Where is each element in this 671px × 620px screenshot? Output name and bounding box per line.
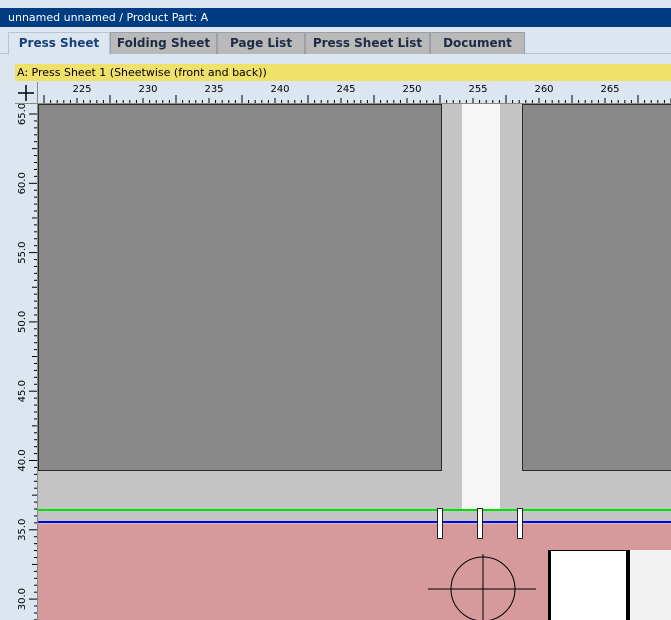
cut-mark[interactable] [437,508,443,539]
ruler-label: 230 [138,84,157,95]
tab-folding-sheet[interactable]: Folding Sheet [110,32,217,54]
ruler-label: 30.0 [17,588,28,610]
adjacent-page[interactable] [548,550,628,620]
tab-document[interactable]: Document [430,32,525,54]
ruler-label: 255 [468,84,487,95]
ruler-label: 45.0 [17,380,28,402]
horizontal-ruler[interactable]: 225 230 235 240 245 250 255 260 265 [38,82,671,104]
ruler-label: 35.0 [17,519,28,541]
ruler-label: 65.0 [17,104,28,125]
ruler-label: 60.0 [17,172,28,194]
tab-press-sheet-list[interactable]: Press Sheet List [305,32,430,54]
ruler-label: 250 [402,84,421,95]
ruler-label: 235 [204,84,223,95]
green-guide-line[interactable] [38,509,671,511]
blue-guide-line[interactable] [38,521,671,523]
tab-bar: Press Sheet Folding Sheet Page List Pres… [0,27,671,55]
cut-mark[interactable] [477,508,483,539]
page-divider [626,550,630,620]
tab-press-sheet[interactable]: Press Sheet [8,32,110,55]
ruler-label: 55.0 [17,241,28,263]
registration-mark-icon[interactable] [428,554,538,620]
press-sheet-canvas[interactable] [38,104,671,620]
ruler-label: 245 [336,84,355,95]
page-right[interactable] [522,104,671,471]
page-left[interactable] [38,104,442,471]
gutter-strip [462,104,500,509]
ruler-label: 225 [72,84,91,95]
horizontal-ruler-scale: 225 230 235 240 245 250 255 260 265 [43,84,671,103]
sheet-label: A: Press Sheet 1 (Sheetwise (front and b… [15,64,671,81]
ruler-corner[interactable] [15,82,38,104]
title-bar: unnamed unnamed / Product Part: A [0,8,671,27]
ruler-label: 260 [534,84,553,95]
ruler-label: 50.0 [17,311,28,333]
ruler-label: 240 [270,84,289,95]
tab-page-list[interactable]: Page List [217,32,305,54]
ruler-label: 40.0 [17,449,28,471]
vertical-ruler-scale: 65.0 60.0 55.0 50.0 45.0 40.0 35.0 30.0 [17,104,37,620]
cut-mark[interactable] [517,508,523,539]
crosshair-icon [18,85,34,101]
vertical-ruler[interactable]: 65.0 60.0 55.0 50.0 45.0 40.0 35.0 30.0 [15,104,38,620]
ruler-label: 265 [600,84,619,95]
